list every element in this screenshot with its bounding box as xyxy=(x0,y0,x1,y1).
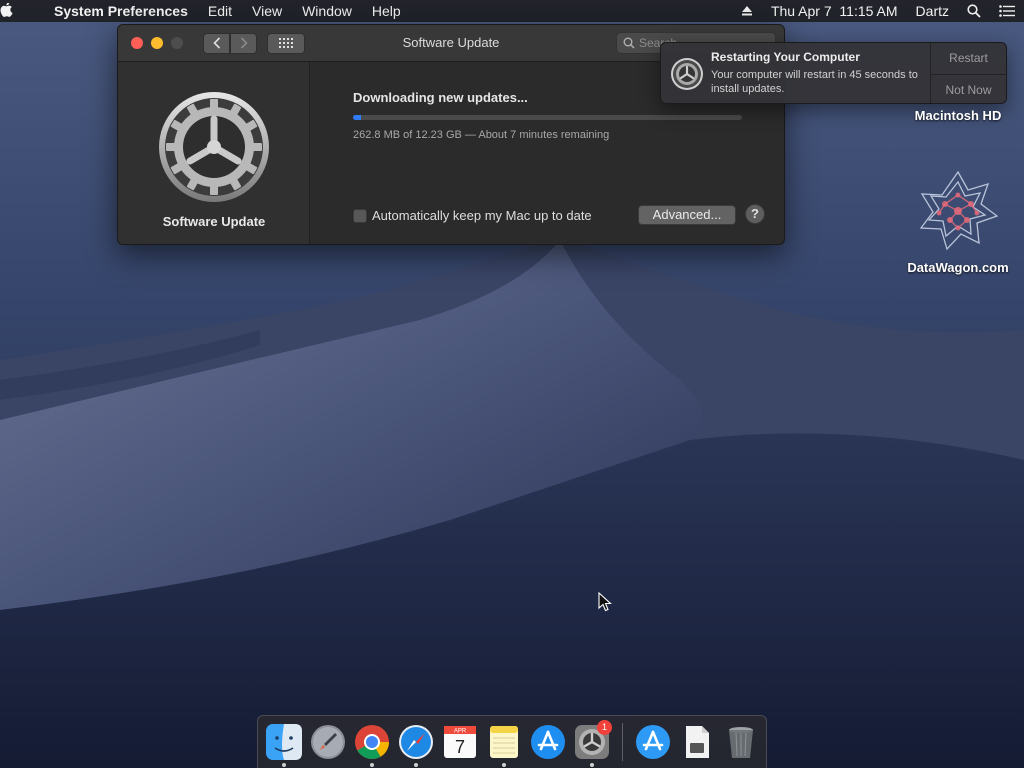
launchpad-icon xyxy=(311,725,345,759)
dock-system-preferences[interactable]: 1 xyxy=(570,716,614,768)
dock: APR 7 1 xyxy=(257,715,767,768)
download-status-title: Downloading new updates... xyxy=(353,90,528,105)
notes-icon xyxy=(490,726,518,758)
close-button[interactable] xyxy=(131,37,143,49)
menubar-user[interactable]: Dartz xyxy=(907,0,958,22)
not-now-button[interactable]: Not Now xyxy=(931,73,1006,104)
forward-button[interactable] xyxy=(230,32,257,54)
datawagon-logo-icon xyxy=(919,170,999,251)
notification-title: Restarting Your Computer xyxy=(711,50,860,64)
menu-app-name[interactable]: System Preferences xyxy=(44,0,198,22)
safari-icon xyxy=(399,725,433,759)
file-icon xyxy=(686,726,709,758)
desktop-icon-label: DataWagon.com xyxy=(907,260,1009,275)
checkbox-box[interactable] xyxy=(353,208,367,223)
trash-icon xyxy=(729,727,753,758)
notification-center-icon[interactable] xyxy=(990,5,1024,17)
auto-update-label: Automatically keep my Mac up to date xyxy=(372,208,592,223)
menu-view[interactable]: View xyxy=(242,0,292,22)
running-indicator xyxy=(414,762,418,767)
menu-edit[interactable]: Edit xyxy=(198,0,242,22)
dock-finder[interactable] xyxy=(262,716,306,768)
dock-safari[interactable] xyxy=(394,716,438,768)
calendar-day: 7 xyxy=(455,737,465,757)
running-indicator xyxy=(370,762,374,767)
desktop-icon-macintosh-hd[interactable]: Macintosh HD xyxy=(903,108,1013,123)
menu-help[interactable]: Help xyxy=(362,0,411,22)
show-all-button[interactable] xyxy=(267,32,305,54)
desktop-icon-datawagon[interactable]: DataWagon.com xyxy=(903,168,1013,275)
grid-icon xyxy=(279,38,293,48)
dock-notes[interactable] xyxy=(482,716,526,768)
spotlight-search-icon[interactable] xyxy=(958,4,990,18)
calendar-icon: APR 7 xyxy=(444,726,476,758)
dock-launchpad[interactable] xyxy=(306,716,350,768)
dock-chrome[interactable] xyxy=(350,716,394,768)
advanced-button[interactable]: Advanced... xyxy=(638,205,736,225)
auto-update-checkbox[interactable]: Automatically keep my Mac up to date xyxy=(353,208,592,223)
dock-app-store[interactable] xyxy=(526,716,570,768)
dock-separator xyxy=(622,723,623,761)
desktop-icon-label: Macintosh HD xyxy=(914,108,1002,123)
download-progress-bar xyxy=(353,115,742,120)
software-update-sidepane: Software Update xyxy=(118,62,310,244)
restart-notification[interactable]: Restarting Your Computer Your computer w… xyxy=(660,42,1007,104)
sidepane-label: Software Update xyxy=(162,214,266,229)
running-indicator xyxy=(590,762,594,767)
notification-badge: 1 xyxy=(597,719,612,735)
menu-window[interactable]: Window xyxy=(292,0,362,22)
dock-trash[interactable] xyxy=(719,716,763,768)
menubar-clock[interactable]: Thu Apr 7 11:15 AM xyxy=(762,0,907,22)
zoom-button xyxy=(171,37,183,49)
restart-button[interactable]: Restart xyxy=(931,43,1006,74)
chrome-icon xyxy=(355,725,389,759)
dock-calendar[interactable]: APR 7 xyxy=(438,716,482,768)
software-update-gear-icon xyxy=(671,58,703,90)
help-button[interactable]: ? xyxy=(745,204,765,224)
menu-bar: System Preferences Edit View Window Help… xyxy=(0,0,1024,22)
app-store-download-icon xyxy=(636,725,670,759)
app-store-icon xyxy=(531,725,565,759)
mouse-cursor-icon xyxy=(598,592,612,612)
software-update-gear-icon xyxy=(159,92,269,202)
dock-app-store-download[interactable] xyxy=(631,716,675,768)
calendar-month: APR xyxy=(454,729,467,735)
running-indicator xyxy=(502,762,506,767)
apple-icon[interactable] xyxy=(0,3,44,19)
minimize-button[interactable] xyxy=(151,37,163,49)
download-status-text: 262.8 MB of 12.23 GB — About 7 minutes r… xyxy=(353,129,610,141)
dock-file[interactable] xyxy=(675,716,719,768)
chevron-left-icon xyxy=(212,37,220,49)
finder-icon xyxy=(266,724,302,760)
back-button[interactable] xyxy=(203,32,230,54)
download-progress-fill xyxy=(353,115,361,120)
chevron-right-icon xyxy=(240,37,248,49)
eject-icon[interactable] xyxy=(732,5,762,17)
running-indicator xyxy=(282,762,286,767)
notification-body: Your computer will restart in 45 seconds… xyxy=(711,69,918,95)
search-icon xyxy=(623,37,635,49)
